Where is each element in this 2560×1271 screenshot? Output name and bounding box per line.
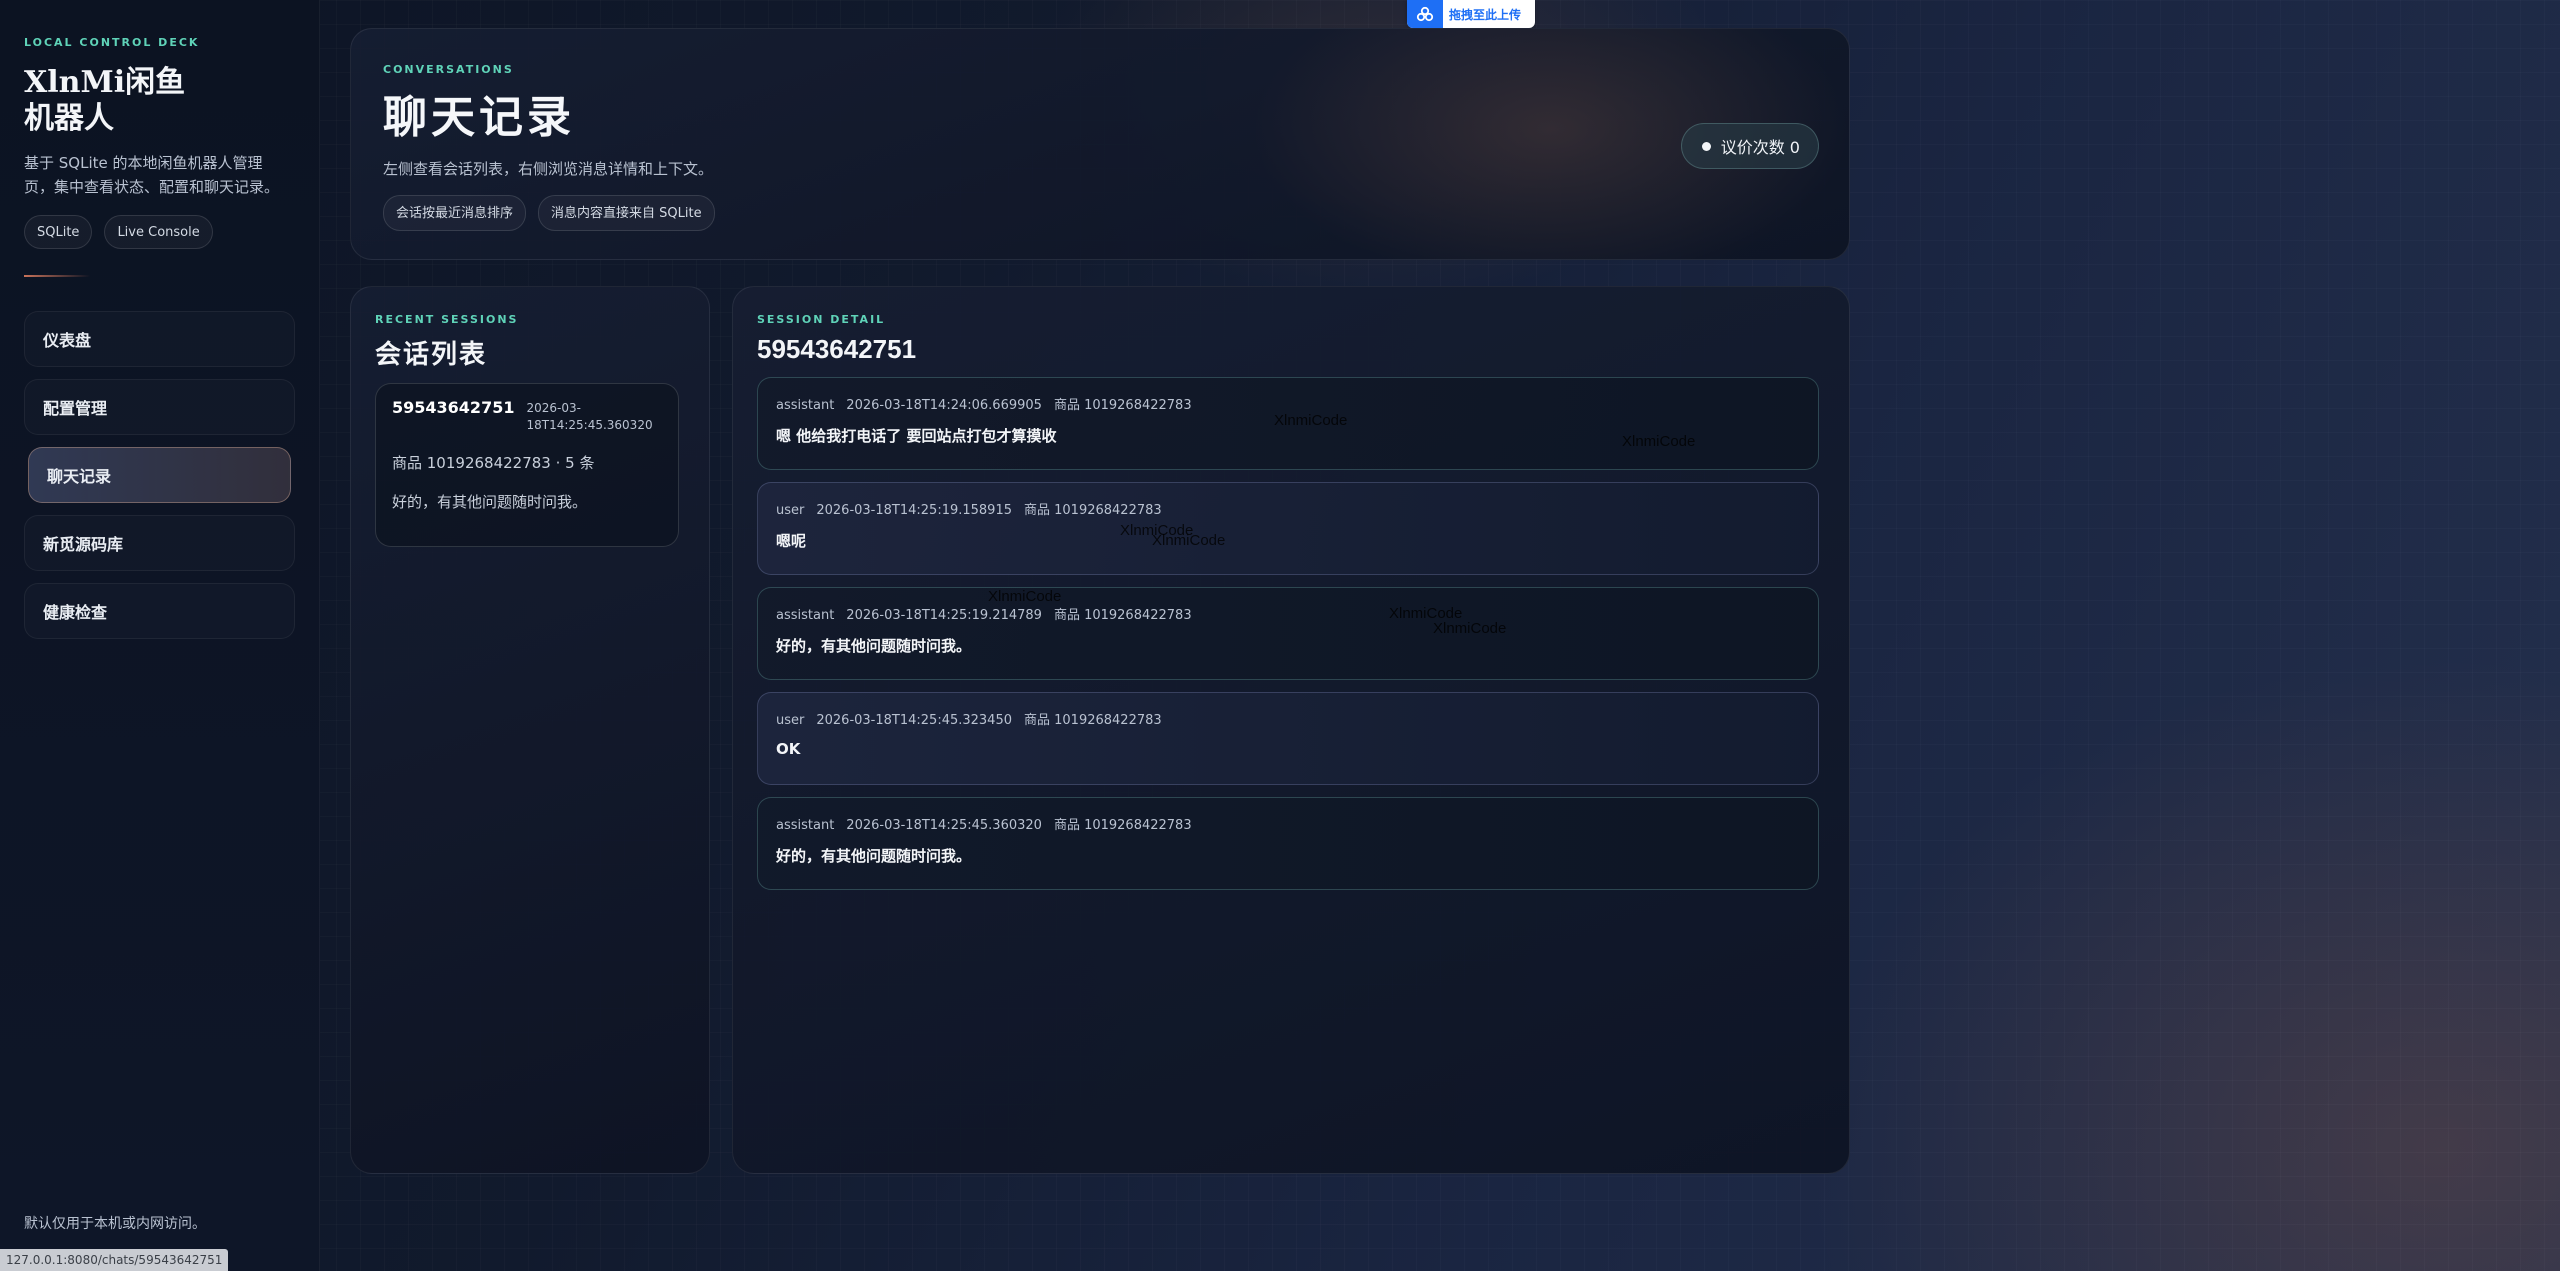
message-text: 嗯 他给我打电话了 要回站点打包才算摸收 xyxy=(776,427,1057,445)
chip-live-console: Live Console xyxy=(104,215,213,249)
hero-description: 左侧查看会话列表，右侧浏览消息详情和上下文。 xyxy=(383,160,714,178)
sidebar-divider xyxy=(24,275,90,277)
message-role: user xyxy=(776,503,805,518)
sidebar-footer: 默认仅用于本机或内网访问。 xyxy=(24,1216,206,1232)
haggle-count-badge: 议价次数 0 xyxy=(1680,123,1819,169)
session-time: 2026-03-18T14:25:45.360320 xyxy=(526,401,653,432)
message-item: assistant 2026-03-18T14:25:19.214789 商品 … xyxy=(757,587,1819,680)
sessions-eyebrow: RECENT SESSIONS xyxy=(375,313,519,326)
message-item-id: 商品 1019268422783 xyxy=(1024,503,1162,518)
nav-item-source-library[interactable]: 新觅源码库 xyxy=(24,515,295,571)
message-role: assistant xyxy=(776,398,835,413)
session-list-item[interactable]: 59543642751 2026-03-18T14:25:45.360320 商… xyxy=(375,383,679,547)
message-item-id: 商品 1019268422783 xyxy=(1053,818,1192,833)
message-item: user 2026-03-18T14:25:45.323450 商品 10192… xyxy=(757,692,1819,785)
haggle-count-label: 议价次数 0 xyxy=(1720,138,1800,157)
message-time: 2026-03-18T14:25:45.323450 xyxy=(816,713,1012,728)
upload-label: 拖拽至此上传 xyxy=(1449,7,1522,22)
message-list: assistant 2026-03-18T14:24:06.669905 商品 … xyxy=(757,377,1825,890)
chip-sort-by-recent: 会话按最近消息排序 xyxy=(383,195,527,231)
page-title: 聊天记录 xyxy=(383,92,575,143)
message-text: 好的，有其他问题随时问我。 xyxy=(776,637,972,655)
detail-title: 59543642751 xyxy=(757,334,917,364)
message-time: 2026-03-18T14:25:45.360320 xyxy=(846,818,1042,833)
detail-eyebrow: SESSION DETAIL xyxy=(757,313,886,326)
message-text: 好的，有其他问题随时问我。 xyxy=(776,847,972,865)
message-role: assistant xyxy=(776,608,835,623)
message-time: 2026-03-18T14:25:19.214789 xyxy=(846,608,1042,623)
message-item: user 2026-03-18T14:25:19.158915 商品 10192… xyxy=(757,482,1819,575)
message-role: user xyxy=(776,713,805,728)
message-item: assistant 2026-03-18T14:24:06.669905 商品 … xyxy=(757,377,1819,470)
nav-item-config[interactable]: 配置管理 xyxy=(24,379,295,435)
sidebar-nav: 仪表盘 配置管理 聊天记录 新觅源码库 健康检查 xyxy=(24,311,295,639)
session-last-message: 好的，有其他问题随时问我。 xyxy=(392,493,588,511)
message-role: assistant xyxy=(776,818,835,833)
sidebar-chips: SQLite Live Console xyxy=(24,215,295,249)
message-time: 2026-03-18T14:24:06.669905 xyxy=(846,398,1042,413)
nav-item-dashboard[interactable]: 仪表盘 xyxy=(24,311,295,367)
message-item-id: 商品 1019268422783 xyxy=(1024,713,1162,728)
chip-sqlite: SQLite xyxy=(24,215,93,249)
message-text: OK xyxy=(776,740,801,758)
link-status-url: 127.0.0.1:8080/chats/59543642751 xyxy=(0,1249,229,1271)
hero-chips: 会话按最近消息排序 消息内容直接来自 SQLite xyxy=(383,195,1817,231)
nav-item-health-check[interactable]: 健康检查 xyxy=(24,583,295,639)
sessions-title: 会话列表 xyxy=(375,340,488,370)
message-time: 2026-03-18T14:25:19.158915 xyxy=(816,503,1012,518)
status-dot-icon xyxy=(1701,141,1711,151)
message-item-id: 商品 1019268422783 xyxy=(1053,608,1192,623)
session-detail-card: SESSION DETAIL 59543642751 assistant 202… xyxy=(732,286,1850,1174)
session-meta: 商品 1019268422783 · 5 条 xyxy=(392,454,595,472)
sidebar: LOCAL CONTROL DECK XlnMi闲鱼机器人 基于 SQLite … xyxy=(0,0,320,1271)
message-item-id: 商品 1019268422783 xyxy=(1053,398,1192,413)
upload-badge[interactable]: 拖拽至此上传 xyxy=(1407,0,1535,28)
session-id: 59543642751 xyxy=(392,398,515,417)
chip-source-sqlite: 消息内容直接来自 SQLite xyxy=(538,195,715,231)
message-item: assistant 2026-03-18T14:25:45.360320 商品 … xyxy=(757,797,1819,890)
message-text: 嗯呢 xyxy=(776,532,807,550)
upload-cloud-icon xyxy=(1407,0,1443,28)
brand-title: XlnMi闲鱼机器人 xyxy=(24,65,186,136)
nav-item-chats[interactable]: 聊天记录 xyxy=(28,447,291,503)
brand-description: 基于 SQLite 的本地闲鱼机器人管理页，集中查看状态、配置和聊天记录。 xyxy=(24,154,280,196)
conversations-header-card: CONVERSATIONS 聊天记录 左侧查看会话列表，右侧浏览消息详情和上下文… xyxy=(350,28,1850,260)
sessions-card: RECENT SESSIONS 会话列表 59543642751 2026-03… xyxy=(350,286,710,1174)
sidebar-eyebrow: LOCAL CONTROL DECK xyxy=(24,36,200,49)
hero-eyebrow: CONVERSATIONS xyxy=(383,63,514,76)
